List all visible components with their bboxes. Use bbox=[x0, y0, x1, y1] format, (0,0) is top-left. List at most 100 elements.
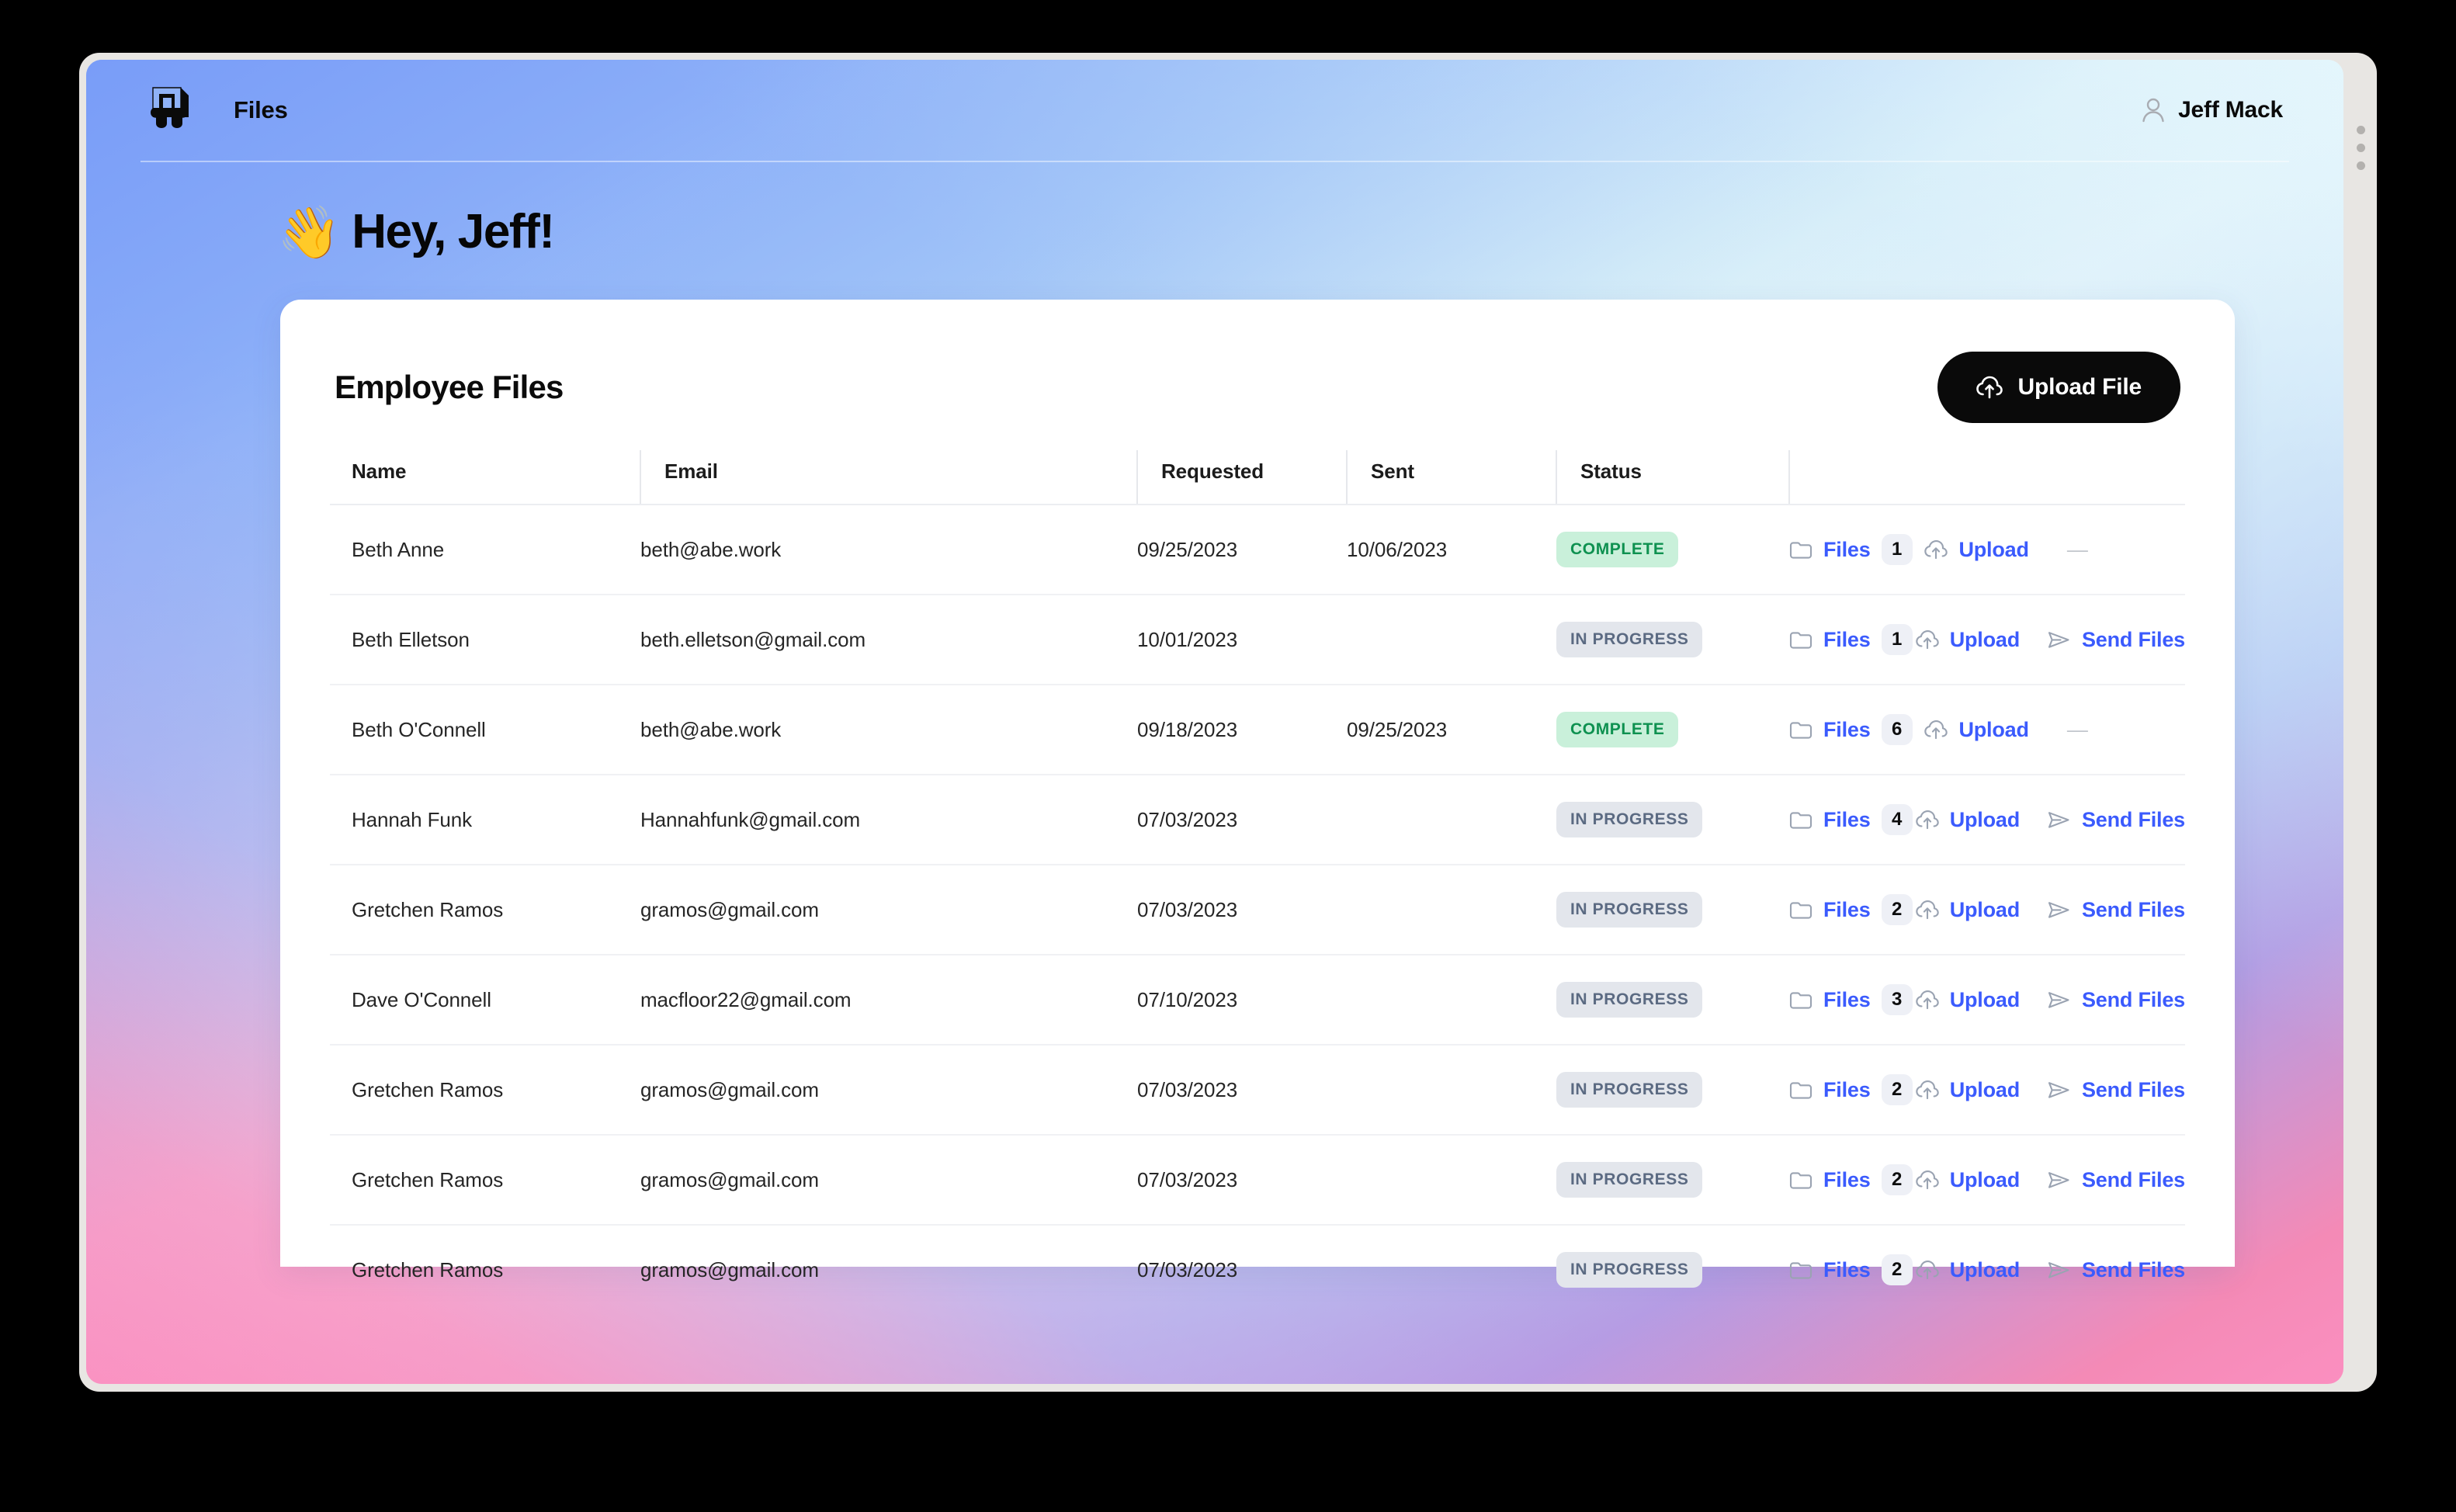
upload-link[interactable]: Upload bbox=[1915, 1077, 2047, 1102]
paper-plane-icon bbox=[2048, 1171, 2069, 1188]
files-link[interactable]: Files 1 bbox=[1789, 534, 1924, 565]
column-header-requested[interactable]: Requested bbox=[1136, 450, 1347, 505]
paper-plane-icon bbox=[2048, 991, 2069, 1008]
send-files-link[interactable]: Send Files bbox=[2047, 1078, 2185, 1102]
files-link-label: Files bbox=[1823, 1167, 1871, 1191]
user-menu[interactable]: Jeff Mack bbox=[2141, 97, 2289, 123]
cell-status: IN PROGRESS bbox=[1556, 865, 1789, 955]
table-row[interactable]: Gretchen Ramos gramos@gmail.com 07/03/2023… bbox=[330, 1045, 2185, 1136]
files-link[interactable]: Files 2 bbox=[1789, 894, 1916, 925]
file-count-badge: 2 bbox=[1881, 894, 1913, 925]
page-title: Employee Files bbox=[335, 369, 564, 405]
upload-link[interactable]: Upload bbox=[1915, 627, 2047, 652]
cell-email: beth@abe.work bbox=[640, 685, 1137, 775]
file-count-badge: 2 bbox=[1881, 1164, 1913, 1195]
table-row[interactable]: Beth O'Connell beth@abe.work 09/18/2023 09/… bbox=[330, 685, 2185, 775]
upload-link[interactable]: Upload bbox=[1915, 897, 2047, 922]
cell-email: gramos@gmail.com bbox=[640, 865, 1137, 955]
folder-icon bbox=[1789, 1082, 1813, 1099]
status-badge: IN PROGRESS bbox=[1556, 1162, 1703, 1198]
files-link[interactable]: Files 1 bbox=[1789, 624, 1916, 655]
cell-name: Dave O'Connell bbox=[330, 955, 640, 1046]
table-row[interactable]: Beth Anne beth@abe.work 09/25/2023 10/06/20… bbox=[330, 505, 2185, 595]
upload-link-label: Upload bbox=[1949, 627, 2021, 651]
cloud-upload-icon bbox=[1915, 1260, 1939, 1279]
table-row[interactable]: Gretchen Ramos gramos@gmail.com 07/03/2023… bbox=[330, 1135, 2185, 1226]
cloud-upload-icon bbox=[1915, 1080, 1939, 1099]
row-actions: Files 3 Upload Send Files bbox=[1789, 984, 2185, 1015]
files-link[interactable]: Files 3 bbox=[1789, 984, 1916, 1015]
files-link-label: Files bbox=[1823, 807, 1871, 831]
send-files-link[interactable]: Send Files bbox=[2047, 1168, 2185, 1192]
table-row[interactable]: Dave O'Connell macfloor22@gmail.com 07/10/… bbox=[330, 955, 2185, 1046]
send-files-link-label: Send Files bbox=[2081, 1257, 2185, 1281]
upload-link[interactable]: Upload bbox=[1915, 808, 2047, 832]
paper-plane-icon bbox=[2048, 631, 2069, 648]
send-files-link[interactable]: Send Files bbox=[2047, 988, 2185, 1012]
cell-actions: Files 6 Upload — bbox=[1789, 685, 2185, 775]
column-header-sent[interactable]: Sent bbox=[1346, 450, 1556, 505]
cell-requested: 07/03/2023 bbox=[1137, 1045, 1347, 1136]
cell-status: COMPLETE bbox=[1556, 685, 1789, 775]
column-header-name[interactable]: Name bbox=[330, 450, 640, 505]
upload-link[interactable]: Upload bbox=[1915, 1258, 2047, 1282]
card-header: Employee Files Upload File bbox=[330, 345, 2185, 430]
cell-email: macfloor22@gmail.com bbox=[640, 955, 1137, 1046]
send-files-link[interactable]: Send Files bbox=[2047, 808, 2185, 832]
column-header-email[interactable]: Email bbox=[640, 450, 1137, 505]
upload-file-button[interactable]: Upload File bbox=[1937, 352, 2180, 423]
cell-name: Beth Elletson bbox=[330, 595, 640, 685]
send-files-placeholder: — bbox=[2066, 537, 2088, 561]
cloud-upload-icon bbox=[1915, 990, 1939, 1009]
files-link[interactable]: Files 6 bbox=[1789, 714, 1924, 745]
table-row[interactable]: Beth Elletson beth.elletson@gmail.com 10/0… bbox=[330, 595, 2185, 685]
brand[interactable]: Files bbox=[140, 81, 288, 139]
files-link[interactable]: Files 4 bbox=[1789, 804, 1916, 835]
table-row[interactable]: Hannah Funk Hannahfunk@gmail.com 07/03/202… bbox=[330, 775, 2185, 865]
employee-files-table: Name Email Requested Sent Status Beth An… bbox=[330, 450, 2185, 1314]
cloud-upload-icon bbox=[1924, 720, 1948, 739]
cloud-upload-icon bbox=[1976, 376, 2003, 399]
upload-link-label: Upload bbox=[1949, 1077, 2021, 1101]
send-files-link[interactable]: Send Files bbox=[2047, 628, 2185, 652]
cell-actions: Files 2 Upload Send Files bbox=[1789, 865, 2185, 955]
upload-link[interactable]: Upload bbox=[1915, 987, 2047, 1012]
upload-link[interactable]: Upload bbox=[1924, 538, 2065, 562]
upload-link-label: Upload bbox=[1949, 1167, 2021, 1191]
paper-plane-icon bbox=[2048, 901, 2069, 918]
upload-link[interactable]: Upload bbox=[1915, 1167, 2047, 1192]
table-header-row: Name Email Requested Sent Status bbox=[330, 450, 2185, 505]
upload-link-label: Upload bbox=[1949, 987, 2021, 1011]
send-files-link[interactable]: Send Files bbox=[2047, 898, 2185, 922]
table-row[interactable]: Gretchen Ramos gramos@gmail.com 07/03/2023… bbox=[330, 865, 2185, 955]
greeting-text: Hey, Jeff! bbox=[352, 205, 555, 258]
table-row[interactable]: Gretchen Ramos gramos@gmail.com 07/03/2023… bbox=[330, 1225, 2185, 1314]
cell-requested: 07/03/2023 bbox=[1137, 1135, 1347, 1226]
row-actions: Files 1 Upload — bbox=[1789, 534, 2185, 565]
files-link-label: Files bbox=[1823, 537, 1871, 561]
files-link[interactable]: Files 2 bbox=[1789, 1164, 1916, 1195]
folder-icon bbox=[1789, 812, 1813, 829]
files-link[interactable]: Files 2 bbox=[1789, 1254, 1916, 1285]
row-actions: Files 1 Upload Send Files bbox=[1789, 624, 2185, 655]
topbar: Files Jeff Mack bbox=[140, 60, 2289, 162]
cell-name: Gretchen Ramos bbox=[330, 865, 640, 955]
abstract-a-logo-icon bbox=[151, 87, 189, 128]
cell-status: IN PROGRESS bbox=[1556, 1045, 1789, 1136]
cloud-upload-icon bbox=[1924, 539, 1948, 559]
files-link[interactable]: Files 2 bbox=[1789, 1074, 1916, 1105]
paper-plane-icon bbox=[2048, 1081, 2069, 1098]
send-files-link-label: Send Files bbox=[2081, 987, 2185, 1011]
cell-actions: Files 2 Upload Send Files bbox=[1789, 1045, 2185, 1136]
status-badge: IN PROGRESS bbox=[1556, 622, 1703, 657]
upload-link-label: Upload bbox=[1949, 897, 2021, 921]
cell-sent: 09/25/2023 bbox=[1347, 685, 1556, 775]
cell-email: beth@abe.work bbox=[640, 505, 1137, 595]
send-files-link[interactable]: Send Files bbox=[2047, 1258, 2185, 1282]
cell-sent bbox=[1347, 1135, 1556, 1226]
files-link-label: Files bbox=[1823, 987, 1871, 1011]
file-count-badge: 6 bbox=[1881, 714, 1913, 745]
column-header-status[interactable]: Status bbox=[1556, 450, 1789, 505]
row-actions: Files 6 Upload — bbox=[1789, 714, 2185, 745]
upload-link[interactable]: Upload bbox=[1924, 718, 2065, 742]
